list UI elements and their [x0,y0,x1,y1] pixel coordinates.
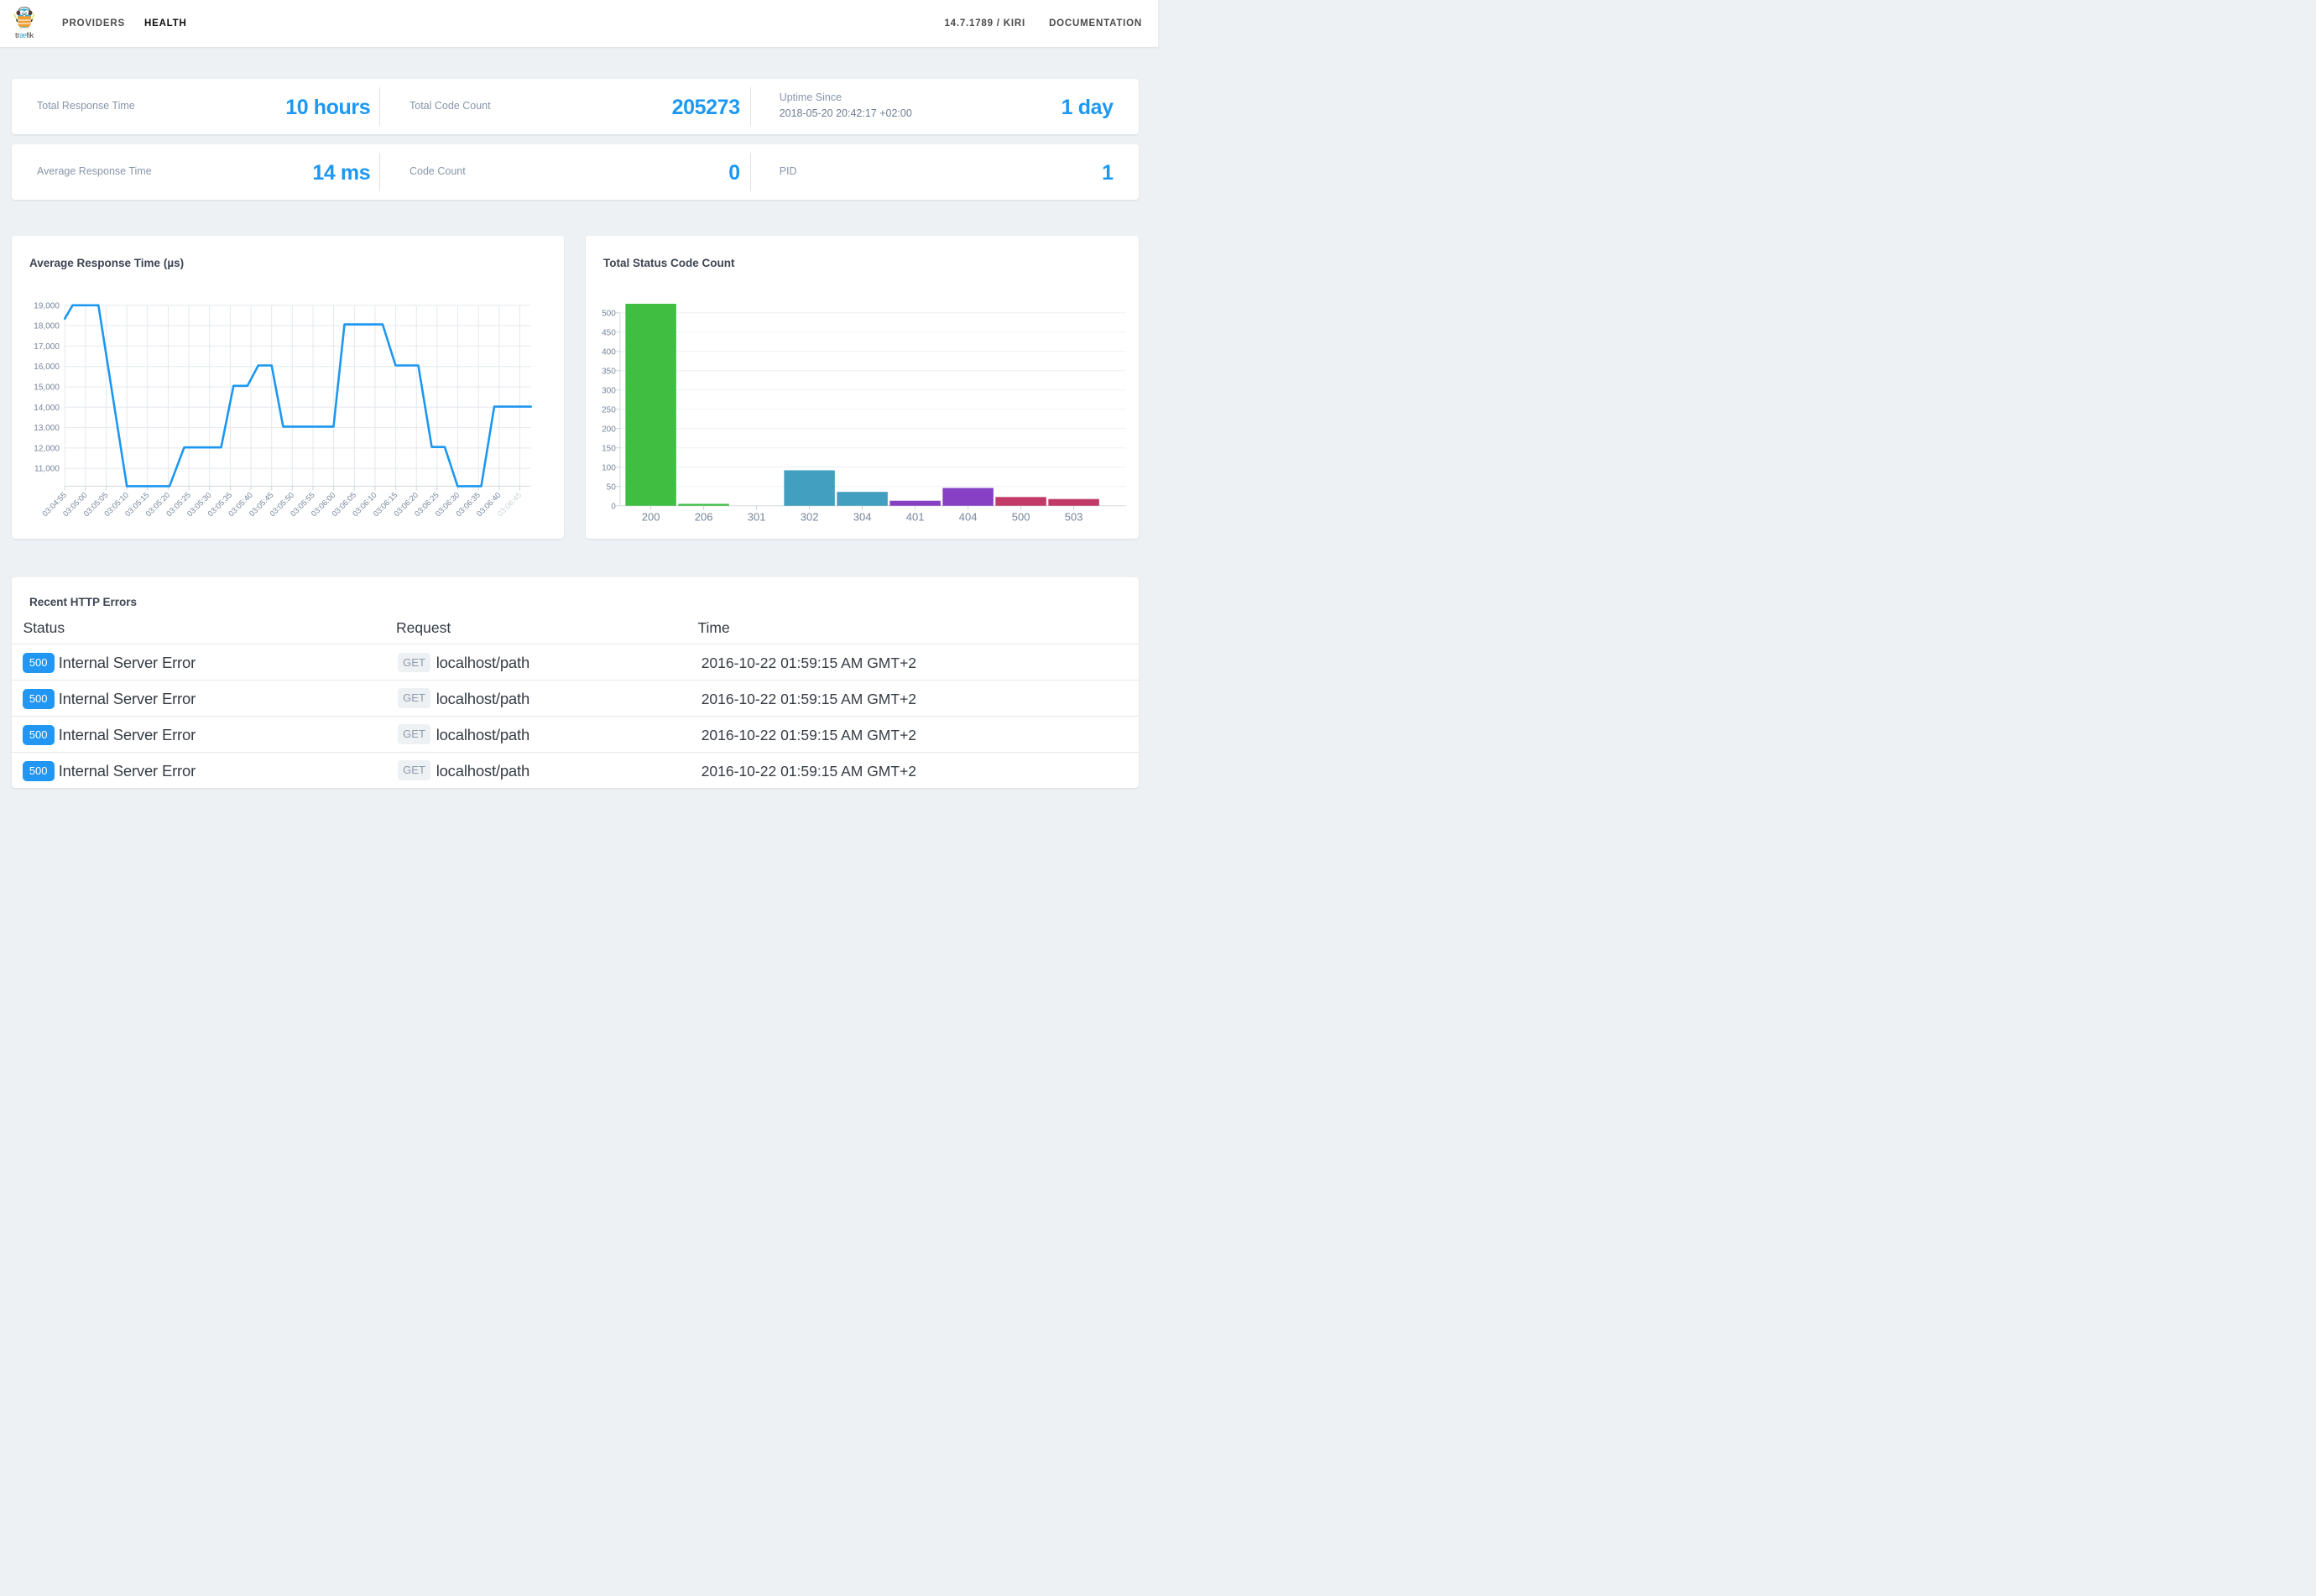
svg-text:15,000: 15,000 [34,383,60,393]
svg-text:500: 500 [602,309,616,318]
svg-text:13,000: 13,000 [34,424,60,433]
svg-text:12,000: 12,000 [34,444,60,453]
svg-text:350: 350 [602,367,616,376]
svg-text:150: 150 [602,444,616,453]
svg-text:400: 400 [602,347,616,357]
svg-text:401: 401 [906,511,925,524]
svg-text:14,000: 14,000 [34,404,60,413]
svg-text:17,000: 17,000 [34,342,60,352]
svg-text:100: 100 [602,463,616,472]
svg-text:16,000: 16,000 [34,362,60,372]
svg-text:200: 200 [642,511,660,524]
svg-text:304: 304 [853,511,872,524]
svg-text:11,000: 11,000 [34,465,60,474]
svg-text:19,000: 19,000 [34,301,60,310]
svg-text:450: 450 [602,328,616,337]
svg-text:206: 206 [695,511,713,524]
svg-text:250: 250 [602,405,616,415]
svg-text:50: 50 [607,482,617,492]
svg-text:300: 300 [602,386,616,395]
svg-text:200: 200 [602,425,616,434]
svg-text:18,000: 18,000 [34,322,60,331]
svg-text:0: 0 [611,502,616,511]
svg-text:404: 404 [959,511,978,524]
svg-text:302: 302 [801,511,819,524]
svg-text:503: 503 [1065,511,1083,524]
svg-text:500: 500 [1012,511,1030,524]
svg-text:301: 301 [748,511,766,524]
